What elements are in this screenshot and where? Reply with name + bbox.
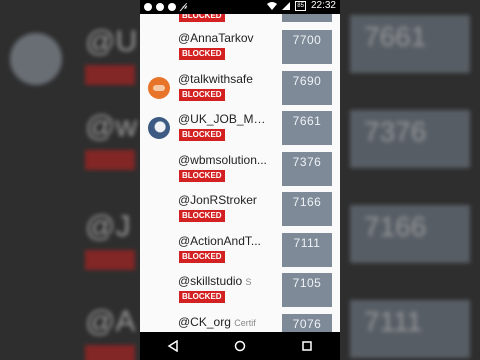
background-handle: @U — [85, 25, 138, 58]
wifi-icon — [267, 1, 278, 10]
blocked-badge: BLOCKED — [179, 129, 225, 141]
score-caption — [282, 47, 332, 49]
score-caption — [282, 209, 332, 211]
messenger-icon — [144, 2, 152, 11]
account-handle[interactable]: @ActionAndT... — [178, 234, 268, 248]
back-triangle-icon — [167, 340, 179, 352]
account-handle[interactable]: @UK_JOB_Ma... — [178, 112, 268, 126]
background-row: 7166 — [340, 205, 480, 275]
score-value: 7076 — [292, 317, 322, 331]
score-value: 7690 — [292, 74, 322, 88]
home-button[interactable] — [230, 336, 250, 356]
score-caption — [282, 250, 332, 252]
blocked-badge: BLOCKED — [179, 170, 225, 182]
background-row: 7111 — [340, 300, 480, 360]
background-handle: @J — [85, 210, 131, 243]
background-row: @A — [0, 305, 140, 360]
background-row: 7661 — [340, 15, 480, 85]
background-row: @U — [0, 25, 140, 95]
score-value: 7376 — [292, 155, 322, 169]
background-blocked-badge — [85, 345, 135, 360]
account-handle[interactable]: @AnnaTarkov — [178, 31, 268, 45]
home-circle-icon — [234, 340, 246, 352]
background-score: 7661 — [350, 15, 470, 73]
score-caption — [282, 88, 332, 90]
account-handle[interactable]: @talkwithsafe — [178, 72, 268, 86]
score-caption — [282, 290, 332, 292]
score-box: 7111 — [282, 233, 332, 267]
list-item[interactable]: @skillstudio S BLOCKED 7105 — [140, 271, 340, 311]
score-caption — [282, 128, 332, 130]
background-score-value: 7376 — [364, 116, 427, 147]
recents-square-icon — [301, 341, 312, 351]
account-tag: S — [245, 277, 252, 287]
blocked-badge: BLOCKED — [179, 89, 225, 101]
background-blocked-badge — [85, 65, 135, 85]
blocked-badge: BLOCKED — [179, 48, 225, 60]
account-handle-text: @CK_org — [178, 315, 231, 329]
background-left-content: @U @w @J @A — [0, 0, 140, 360]
background-score-value: 7166 — [364, 211, 427, 242]
battery-icon: 85 — [295, 0, 306, 11]
background-score: 7376 — [350, 110, 470, 168]
account-handle-text: @skillstudio — [178, 274, 243, 288]
notification-icons: 𝓅 — [144, 1, 187, 12]
score-caption — [282, 169, 332, 171]
recents-button[interactable] — [297, 336, 317, 356]
score-box: 7661 — [282, 111, 332, 145]
score-value: 7166 — [292, 195, 322, 209]
status-bar: 𝓅 85 22:32 — [140, 0, 340, 14]
blocked-badge: BLOCKED — [179, 291, 225, 303]
notification-dot-icon — [156, 2, 164, 11]
score-box: 7690 — [282, 71, 332, 105]
background-right-content: 7661 7376 7166 7111 — [340, 0, 480, 360]
account-tag: Certif — [234, 318, 256, 328]
background-handle: @w — [85, 110, 138, 143]
score-value: 7700 — [292, 33, 322, 47]
score-box: 7376 — [282, 152, 332, 186]
pinterest-icon: 𝓅 — [180, 1, 188, 12]
background-score-value: 7661 — [364, 21, 427, 52]
score-value: 7111 — [293, 236, 321, 250]
score-value: 7105 — [292, 276, 322, 290]
account-handle[interactable]: @wbmsolution... — [178, 153, 268, 167]
background-blocked-badge — [85, 150, 135, 170]
score-box: 7166 — [282, 192, 332, 226]
background-score: 7111 — [350, 300, 470, 358]
phone-screen: BLOCKED @AnnaTarkov BLOCKED 7700 @talkwi… — [140, 0, 340, 360]
avatar[interactable] — [148, 117, 170, 139]
navigation-bar — [140, 332, 340, 360]
background-row: @J — [0, 210, 140, 280]
avatar[interactable] — [148, 77, 170, 99]
account-handle[interactable]: @JonRStroker — [178, 193, 268, 207]
background-handle: @A — [85, 305, 136, 338]
list-item[interactable]: @ActionAndT... BLOCKED 7111 — [140, 231, 340, 271]
background-score-value: 7111 — [364, 306, 423, 337]
account-handle[interactable]: @skillstudio S — [178, 274, 268, 288]
account-handle[interactable]: @CK_org Certif — [178, 315, 268, 329]
list-item[interactable]: @JonRStroker BLOCKED 7166 — [140, 190, 340, 230]
list-item[interactable]: @AnnaTarkov BLOCKED 7700 — [140, 28, 340, 68]
score-box: 7700 — [282, 30, 332, 64]
background-blocked-badge — [85, 250, 135, 270]
signal-icon — [282, 1, 291, 10]
list-item[interactable]: @UK_JOB_Ma... BLOCKED 7661 — [140, 109, 340, 149]
background-right: 7661 7376 7166 7111 — [340, 0, 480, 360]
background-row: @w — [0, 110, 140, 180]
list-item[interactable]: @wbmsolution... BLOCKED 7376 — [140, 150, 340, 190]
list-item[interactable]: @talkwithsafe BLOCKED 7690 — [140, 69, 340, 109]
back-button[interactable] — [163, 336, 183, 356]
blocked-badge: BLOCKED — [179, 210, 225, 222]
blocked-badge: BLOCKED — [179, 251, 225, 263]
background-row: 7376 — [340, 110, 480, 180]
score-box: 7105 — [282, 273, 332, 307]
score-value: 7661 — [292, 114, 322, 128]
background-score: 7166 — [350, 205, 470, 263]
background-left: @U @w @J @A — [0, 0, 140, 360]
notification-dot-icon — [168, 2, 176, 11]
clock: 22:32 — [310, 0, 336, 11]
system-icons: 85 22:32 — [267, 0, 336, 11]
background-avatar — [10, 33, 62, 85]
